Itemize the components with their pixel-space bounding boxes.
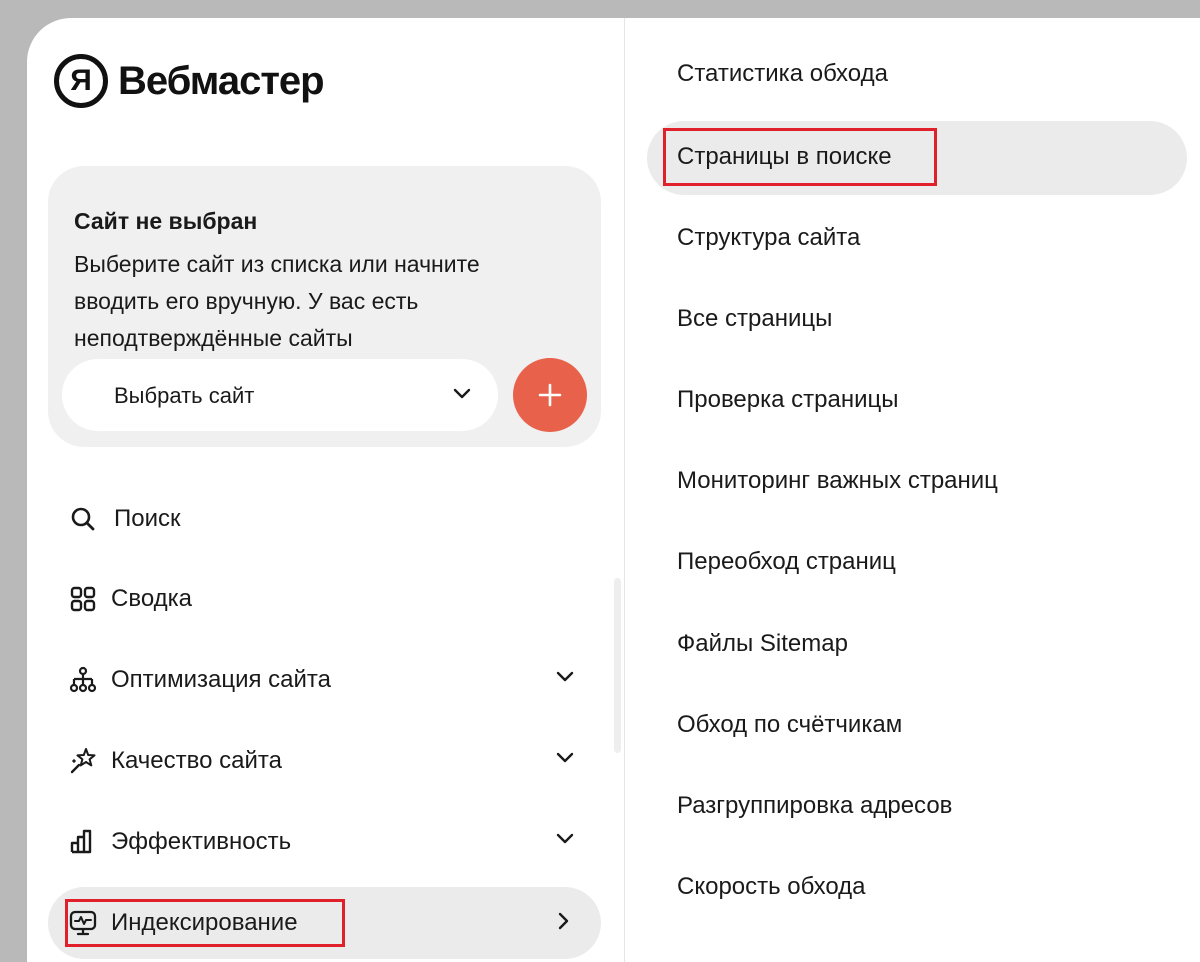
grid-icon (70, 586, 96, 612)
submenu-item-label: Скорость обхода (677, 873, 866, 900)
submenu-item-site-structure[interactable]: Структура сайта (625, 202, 1185, 276)
left-pane: Я Вебмастер Сайт не выбран Выберите сайт… (27, 18, 623, 962)
nav-item-label: Качество сайта (111, 747, 282, 774)
select-site-dropdown[interactable]: Выбрать сайт (62, 359, 498, 431)
submenu-item-url-ungrouping[interactable]: Разгруппировка адресов (625, 770, 1185, 844)
nav-item-site-optimization[interactable]: Оптимизация сайта (48, 644, 601, 716)
submenu-item-sitemap-files[interactable]: Файлы Sitemap (625, 608, 1185, 682)
chevron-right-icon (558, 912, 569, 930)
submenu-item-label: Разгруппировка адресов (677, 792, 953, 819)
highlight-frame-indexing (65, 899, 345, 947)
submenu-item-crawl-stats[interactable]: Статистика обхода (625, 38, 1185, 112)
site-selector-card: Сайт не выбран Выберите сайт из списка и… (48, 166, 601, 447)
submenu-item-label: Статистика обхода (677, 60, 888, 87)
submenu-item-recrawl-pages[interactable]: Переобход страниц (625, 526, 1185, 600)
submenu-item-label: Все страницы (677, 305, 833, 332)
nav-item-label: Сводка (111, 585, 193, 612)
submenu-item-all-pages[interactable]: Все страницы (625, 283, 1185, 357)
select-site-label: Выбрать сайт (114, 383, 255, 408)
submenu-item-label: Мониторинг важных страниц (677, 467, 998, 494)
submenu-item-label: Проверка страницы (677, 386, 899, 413)
search-icon (71, 507, 95, 531)
chevron-down-icon (453, 388, 471, 399)
nav-item-site-quality[interactable]: Качество сайта (48, 725, 601, 797)
submenu-item-label: Структура сайта (677, 224, 861, 251)
indexing-submenu: Статистика обхода Страницы в поиске Стру… (625, 18, 1200, 962)
chevron-down-icon (556, 752, 574, 763)
nav-item-efficiency[interactable]: Эффективность (48, 806, 601, 878)
bar-chart-icon (70, 829, 92, 854)
submenu-item-important-pages-monitoring[interactable]: Мониторинг важных страниц (625, 445, 1185, 519)
chevron-down-icon (556, 833, 574, 844)
submenu-item-page-check[interactable]: Проверка страницы (625, 364, 1185, 438)
left-pane-scrollbar[interactable] (614, 578, 621, 753)
nav-item-label: Эффективность (111, 828, 292, 855)
site-card-description: Выберите сайт из списка или начните ввод… (74, 251, 480, 351)
submenu-item-label: Переобход страниц (677, 548, 896, 575)
sitemap-icon (69, 666, 97, 693)
app-window: Я Вебмастер Сайт не выбран Выберите сайт… (27, 18, 1200, 962)
sparkle-star-icon (70, 748, 96, 774)
site-card-title: Сайт не выбран (74, 208, 258, 234)
nav-item-label: Оптимизация сайта (111, 666, 331, 693)
nav-item-label: Поиск (114, 505, 181, 532)
chevron-down-icon (556, 671, 574, 682)
submenu-item-crawl-by-counters[interactable]: Обход по счётчикам (625, 689, 1185, 763)
app-title: Вебмастер (118, 58, 325, 103)
highlight-frame-pages-in-search (663, 128, 937, 186)
nav-item-search[interactable]: Поиск (48, 483, 601, 555)
add-site-button[interactable] (513, 358, 587, 432)
submenu-item-crawl-speed[interactable]: Скорость обхода (625, 851, 1185, 925)
plus-icon (538, 383, 562, 407)
submenu-item-label: Обход по счётчикам (677, 711, 903, 738)
app-logo[interactable]: Я Вебмастер (54, 54, 325, 108)
nav-item-summary[interactable]: Сводка (48, 563, 601, 635)
submenu-item-label: Файлы Sitemap (677, 630, 848, 657)
yandex-logo-icon: Я (54, 54, 108, 108)
